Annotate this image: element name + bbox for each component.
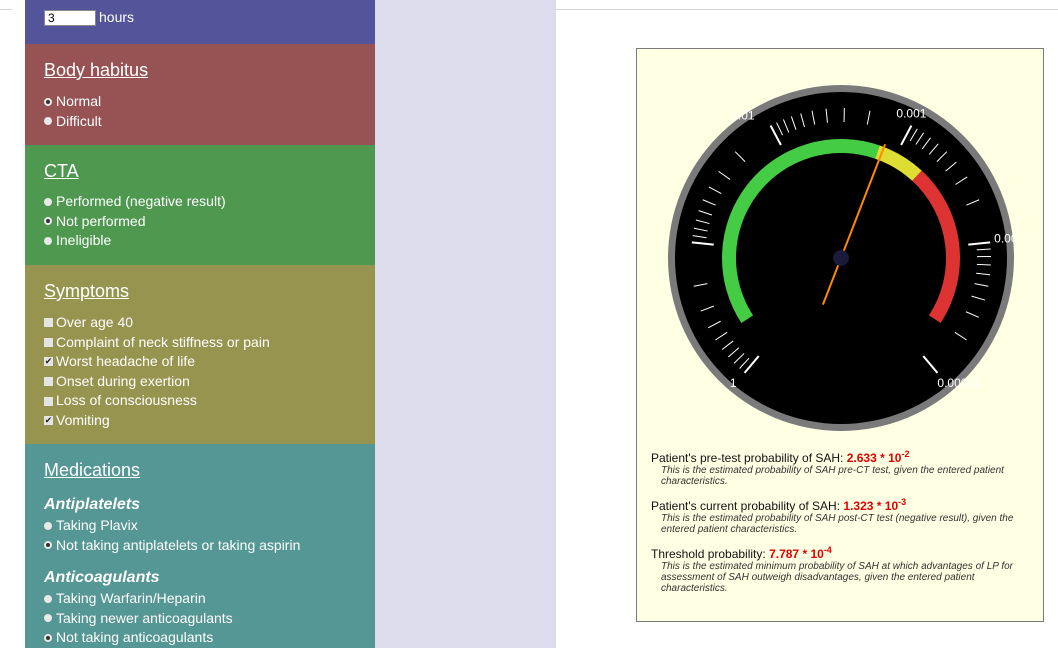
content-gap: [375, 0, 556, 648]
gauge-label-0.1: 0.1: [666, 235, 668, 249]
gauge-label-0.0001: 0.0001: [994, 231, 1016, 245]
checkbox-checked-icon[interactable]: ✔: [44, 416, 53, 426]
symptom-vomiting[interactable]: ✔ Vomiting: [44, 411, 270, 431]
page-margin: [12, 0, 25, 648]
checkbox-icon[interactable]: [44, 337, 53, 347]
symptoms-title[interactable]: Symptoms: [44, 281, 129, 302]
radio-selected-icon[interactable]: [44, 217, 52, 226]
gauge-hub: [833, 250, 849, 266]
hours-input[interactable]: 3: [44, 10, 96, 26]
input-form: 3 hours Body habitus Normal Difficult CT…: [25, 0, 375, 648]
body-habitus-option-difficult[interactable]: Difficult: [44, 112, 102, 132]
medications-title[interactable]: Medications: [44, 460, 140, 481]
pretest-note: This is the estimated probability of SAH…: [661, 465, 1004, 487]
anticoagulant-option-warfarin[interactable]: Taking Warfarin/Heparin: [44, 589, 233, 609]
checkbox-checked-icon[interactable]: ✔: [44, 357, 53, 367]
anticoagulant-option-none[interactable]: Not taking anticoagulants: [44, 628, 233, 648]
antiplatelets-heading: Antiplatelets: [44, 496, 141, 513]
threshold-value: 7.787 * 10-4: [769, 545, 832, 561]
current-value: 1.323 * 10-3: [843, 497, 907, 513]
radio-icon[interactable]: [44, 117, 52, 126]
symptom-onset-exertion[interactable]: Onset during exertion: [44, 372, 270, 392]
radio-icon[interactable]: [44, 197, 52, 206]
checkbox-icon[interactable]: [44, 318, 53, 328]
pretest-probability: Patient's pre-test probability of SAH: 2…: [651, 449, 910, 465]
medications-section: Medications Antiplatelets Taking Plavix …: [25, 444, 375, 648]
hours-label: hours: [99, 9, 135, 25]
gauge-tick: [976, 263, 991, 266]
hours-section: 3 hours: [25, 0, 375, 44]
gauge-label-1: 1: [730, 376, 737, 390]
current-note: This is the estimated probability of SAH…: [661, 513, 1014, 535]
results-text: Patient's pre-test probability of SAH: 2…: [651, 447, 1031, 602]
cta-option-ineligible[interactable]: Ineligible: [44, 231, 226, 251]
symptom-worst-headache[interactable]: ✔ Worst headache of life: [44, 352, 270, 372]
cta-option-performed[interactable]: Performed (negative result): [44, 192, 226, 212]
radio-selected-icon[interactable]: [44, 633, 52, 642]
threshold-note: This is the estimated minimum probabilit…: [661, 561, 1014, 594]
antiplatelet-option-plavix[interactable]: Taking Plavix: [44, 516, 300, 536]
cta-option-not-performed[interactable]: Not performed: [44, 212, 226, 232]
symptom-neck-stiffness[interactable]: Complaint of neck stiffness or pain: [44, 333, 270, 353]
threshold-probability: Threshold probability: 7.787 * 10-4: [651, 545, 832, 561]
cta-title[interactable]: CTA: [44, 161, 79, 182]
radio-selected-icon[interactable]: [44, 97, 52, 106]
antiplatelet-option-none[interactable]: Not taking antiplatelets or taking aspir…: [44, 536, 300, 556]
radio-selected-icon[interactable]: [44, 541, 52, 550]
radio-icon[interactable]: [44, 236, 52, 245]
symptom-loss-consciousness[interactable]: Loss of consciousness: [44, 391, 270, 411]
body-habitus-section: Body habitus Normal Difficult: [25, 44, 375, 145]
anticoagulant-option-newer[interactable]: Taking newer anticoagulants: [44, 609, 233, 629]
probability-gauge: 1 0.1 0.01 0.001 0.0001 0.00001: [666, 85, 1016, 431]
results-panel: 1 0.1 0.01 0.001 0.0001 0.00001 Patient'…: [636, 48, 1044, 622]
gauge-label-0.00001: 0.00001: [937, 376, 981, 390]
body-habitus-option-normal[interactable]: Normal: [44, 92, 102, 112]
radio-icon[interactable]: [44, 614, 52, 623]
checkbox-icon[interactable]: [44, 377, 53, 387]
anticoagulants-heading: Anticoagulants: [44, 569, 160, 586]
current-probability: Patient's current probability of SAH: 1.…: [651, 497, 907, 513]
pretest-value: 2.633 * 10-2: [846, 449, 910, 465]
body-habitus-title[interactable]: Body habitus: [44, 60, 148, 81]
symptoms-section: Symptoms Over age 40 Complaint of neck s…: [25, 265, 375, 444]
gauge-label-0.01: 0.01: [731, 109, 755, 123]
checkbox-icon[interactable]: [44, 396, 53, 406]
gauge-label-0.001: 0.001: [896, 107, 926, 121]
radio-icon[interactable]: [44, 521, 52, 530]
cta-section: CTA Performed (negative result) Not perf…: [25, 145, 375, 265]
radio-icon[interactable]: [44, 594, 52, 603]
symptom-over-age-40[interactable]: Over age 40: [44, 313, 270, 333]
